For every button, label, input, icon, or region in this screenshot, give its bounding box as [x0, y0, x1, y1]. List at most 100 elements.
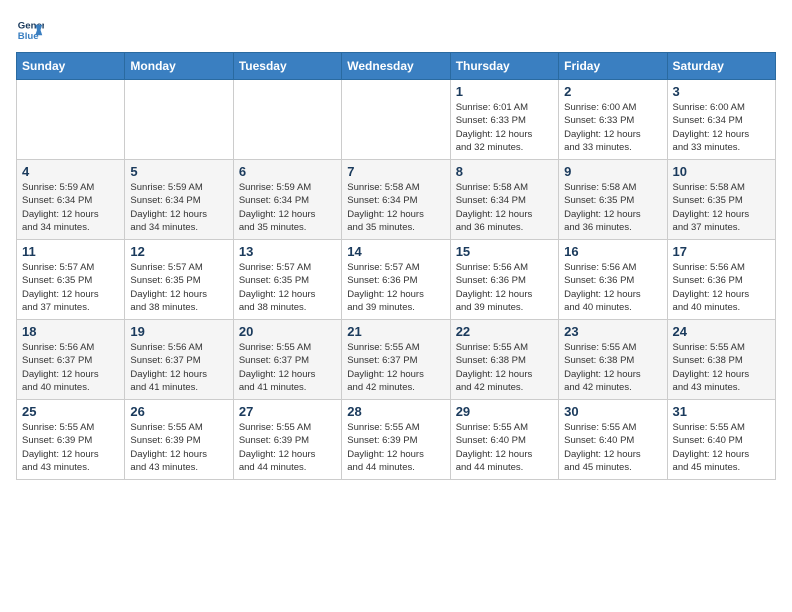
day-number: 4 — [22, 164, 119, 179]
day-cell: 10 Sunrise: 5:58 AM Sunset: 6:35 PM Dayli… — [667, 160, 775, 240]
day-number: 2 — [564, 84, 661, 99]
day-info: Sunrise: 5:55 AM Sunset: 6:37 PM Dayligh… — [347, 341, 444, 394]
day-info: Sunrise: 5:58 AM Sunset: 6:35 PM Dayligh… — [673, 181, 770, 234]
day-cell — [233, 80, 341, 160]
day-cell: 3 Sunrise: 6:00 AM Sunset: 6:34 PM Daylig… — [667, 80, 775, 160]
day-info: Sunrise: 5:59 AM Sunset: 6:34 PM Dayligh… — [239, 181, 336, 234]
day-cell: 31 Sunrise: 5:55 AM Sunset: 6:40 PM Dayli… — [667, 400, 775, 480]
day-number: 28 — [347, 404, 444, 419]
day-cell: 30 Sunrise: 5:55 AM Sunset: 6:40 PM Dayli… — [559, 400, 667, 480]
day-info: Sunrise: 5:55 AM Sunset: 6:38 PM Dayligh… — [564, 341, 661, 394]
day-info: Sunrise: 5:56 AM Sunset: 6:36 PM Dayligh… — [456, 261, 553, 314]
day-cell: 14 Sunrise: 5:57 AM Sunset: 6:36 PM Dayli… — [342, 240, 450, 320]
day-info: Sunrise: 5:55 AM Sunset: 6:40 PM Dayligh… — [456, 421, 553, 474]
svg-text:Blue: Blue — [18, 31, 39, 42]
week-row-2: 4 Sunrise: 5:59 AM Sunset: 6:34 PM Daylig… — [17, 160, 776, 240]
day-number: 1 — [456, 84, 553, 99]
day-number: 12 — [130, 244, 227, 259]
weekday-sunday: Sunday — [17, 53, 125, 80]
week-row-5: 25 Sunrise: 5:55 AM Sunset: 6:39 PM Dayli… — [17, 400, 776, 480]
day-cell: 12 Sunrise: 5:57 AM Sunset: 6:35 PM Dayli… — [125, 240, 233, 320]
day-number: 5 — [130, 164, 227, 179]
day-info: Sunrise: 5:55 AM Sunset: 6:38 PM Dayligh… — [456, 341, 553, 394]
day-number: 27 — [239, 404, 336, 419]
day-info: Sunrise: 5:57 AM Sunset: 6:36 PM Dayligh… — [347, 261, 444, 314]
day-info: Sunrise: 5:55 AM Sunset: 6:40 PM Dayligh… — [673, 421, 770, 474]
day-number: 13 — [239, 244, 336, 259]
day-number: 11 — [22, 244, 119, 259]
day-info: Sunrise: 6:01 AM Sunset: 6:33 PM Dayligh… — [456, 101, 553, 154]
day-number: 14 — [347, 244, 444, 259]
day-info: Sunrise: 5:55 AM Sunset: 6:38 PM Dayligh… — [673, 341, 770, 394]
day-cell: 21 Sunrise: 5:55 AM Sunset: 6:37 PM Dayli… — [342, 320, 450, 400]
calendar-body: 1 Sunrise: 6:01 AM Sunset: 6:33 PM Daylig… — [17, 80, 776, 480]
day-cell: 16Sunrise: 5:56 AM Sunset: 6:36 PM Dayli… — [559, 240, 667, 320]
day-info: Sunrise: 5:55 AM Sunset: 6:39 PM Dayligh… — [239, 421, 336, 474]
weekday-saturday: Saturday — [667, 53, 775, 80]
day-number: 16 — [564, 244, 661, 259]
day-info: Sunrise: 5:56 AM Sunset: 6:37 PM Dayligh… — [22, 341, 119, 394]
day-cell — [125, 80, 233, 160]
day-info: Sunrise: 5:58 AM Sunset: 6:34 PM Dayligh… — [456, 181, 553, 234]
day-cell: 6 Sunrise: 5:59 AM Sunset: 6:34 PM Daylig… — [233, 160, 341, 240]
day-cell: 26 Sunrise: 5:55 AM Sunset: 6:39 PM Dayli… — [125, 400, 233, 480]
day-number: 22 — [456, 324, 553, 339]
weekday-thursday: Thursday — [450, 53, 558, 80]
week-row-1: 1 Sunrise: 6:01 AM Sunset: 6:33 PM Daylig… — [17, 80, 776, 160]
day-info: Sunrise: 5:56 AM Sunset: 6:37 PM Dayligh… — [130, 341, 227, 394]
page-header: General Blue — [16, 16, 776, 44]
day-cell: 24 Sunrise: 5:55 AM Sunset: 6:38 PM Dayli… — [667, 320, 775, 400]
day-cell: 20 Sunrise: 5:55 AM Sunset: 6:37 PM Dayli… — [233, 320, 341, 400]
day-number: 7 — [347, 164, 444, 179]
day-cell: 19Sunrise: 5:56 AM Sunset: 6:37 PM Dayli… — [125, 320, 233, 400]
day-cell: 2Sunrise: 6:00 AM Sunset: 6:33 PM Daylig… — [559, 80, 667, 160]
day-number: 26 — [130, 404, 227, 419]
day-number: 29 — [456, 404, 553, 419]
day-number: 3 — [673, 84, 770, 99]
day-cell: 28 Sunrise: 5:55 AM Sunset: 6:39 PM Dayli… — [342, 400, 450, 480]
day-number: 9 — [564, 164, 661, 179]
day-number: 20 — [239, 324, 336, 339]
day-info: Sunrise: 5:58 AM Sunset: 6:35 PM Dayligh… — [564, 181, 661, 234]
day-cell: 5 Sunrise: 5:59 AM Sunset: 6:34 PM Daylig… — [125, 160, 233, 240]
day-number: 25 — [22, 404, 119, 419]
day-number: 24 — [673, 324, 770, 339]
day-number: 21 — [347, 324, 444, 339]
day-cell: 13 Sunrise: 5:57 AM Sunset: 6:35 PM Dayli… — [233, 240, 341, 320]
day-info: Sunrise: 5:55 AM Sunset: 6:40 PM Dayligh… — [564, 421, 661, 474]
calendar-table: SundayMondayTuesdayWednesdayThursdayFrid… — [16, 52, 776, 480]
logo: General Blue — [16, 16, 48, 44]
day-info: Sunrise: 5:59 AM Sunset: 6:34 PM Dayligh… — [22, 181, 119, 234]
day-info: Sunrise: 5:55 AM Sunset: 6:39 PM Dayligh… — [130, 421, 227, 474]
weekday-header-row: SundayMondayTuesdayWednesdayThursdayFrid… — [17, 53, 776, 80]
day-cell: 27 Sunrise: 5:55 AM Sunset: 6:39 PM Dayli… — [233, 400, 341, 480]
day-number: 10 — [673, 164, 770, 179]
day-info: Sunrise: 5:57 AM Sunset: 6:35 PM Dayligh… — [239, 261, 336, 314]
day-info: Sunrise: 6:00 AM Sunset: 6:34 PM Dayligh… — [673, 101, 770, 154]
day-cell: 11 Sunrise: 5:57 AM Sunset: 6:35 PM Dayli… — [17, 240, 125, 320]
day-cell: 15 Sunrise: 5:56 AM Sunset: 6:36 PM Dayli… — [450, 240, 558, 320]
day-number: 15 — [456, 244, 553, 259]
day-info: Sunrise: 5:59 AM Sunset: 6:34 PM Dayligh… — [130, 181, 227, 234]
day-info: Sunrise: 5:58 AM Sunset: 6:34 PM Dayligh… — [347, 181, 444, 234]
week-row-3: 11 Sunrise: 5:57 AM Sunset: 6:35 PM Dayli… — [17, 240, 776, 320]
day-info: Sunrise: 5:55 AM Sunset: 6:39 PM Dayligh… — [22, 421, 119, 474]
day-cell: 9 Sunrise: 5:58 AM Sunset: 6:35 PM Daylig… — [559, 160, 667, 240]
day-info: Sunrise: 5:56 AM Sunset: 6:36 PM Dayligh… — [673, 261, 770, 314]
day-cell: 17 Sunrise: 5:56 AM Sunset: 6:36 PM Dayli… — [667, 240, 775, 320]
logo-icon: General Blue — [16, 16, 44, 44]
day-number: 23 — [564, 324, 661, 339]
day-info: Sunrise: 5:55 AM Sunset: 6:37 PM Dayligh… — [239, 341, 336, 394]
day-number: 18 — [22, 324, 119, 339]
day-number: 8 — [456, 164, 553, 179]
day-info: Sunrise: 5:57 AM Sunset: 6:35 PM Dayligh… — [22, 261, 119, 314]
day-info: Sunrise: 5:55 AM Sunset: 6:39 PM Dayligh… — [347, 421, 444, 474]
day-number: 31 — [673, 404, 770, 419]
day-number: 30 — [564, 404, 661, 419]
weekday-friday: Friday — [559, 53, 667, 80]
day-number: 6 — [239, 164, 336, 179]
day-cell: 1 Sunrise: 6:01 AM Sunset: 6:33 PM Daylig… — [450, 80, 558, 160]
day-number: 17 — [673, 244, 770, 259]
day-info: Sunrise: 5:57 AM Sunset: 6:35 PM Dayligh… — [130, 261, 227, 314]
week-row-4: 18 Sunrise: 5:56 AM Sunset: 6:37 PM Dayli… — [17, 320, 776, 400]
